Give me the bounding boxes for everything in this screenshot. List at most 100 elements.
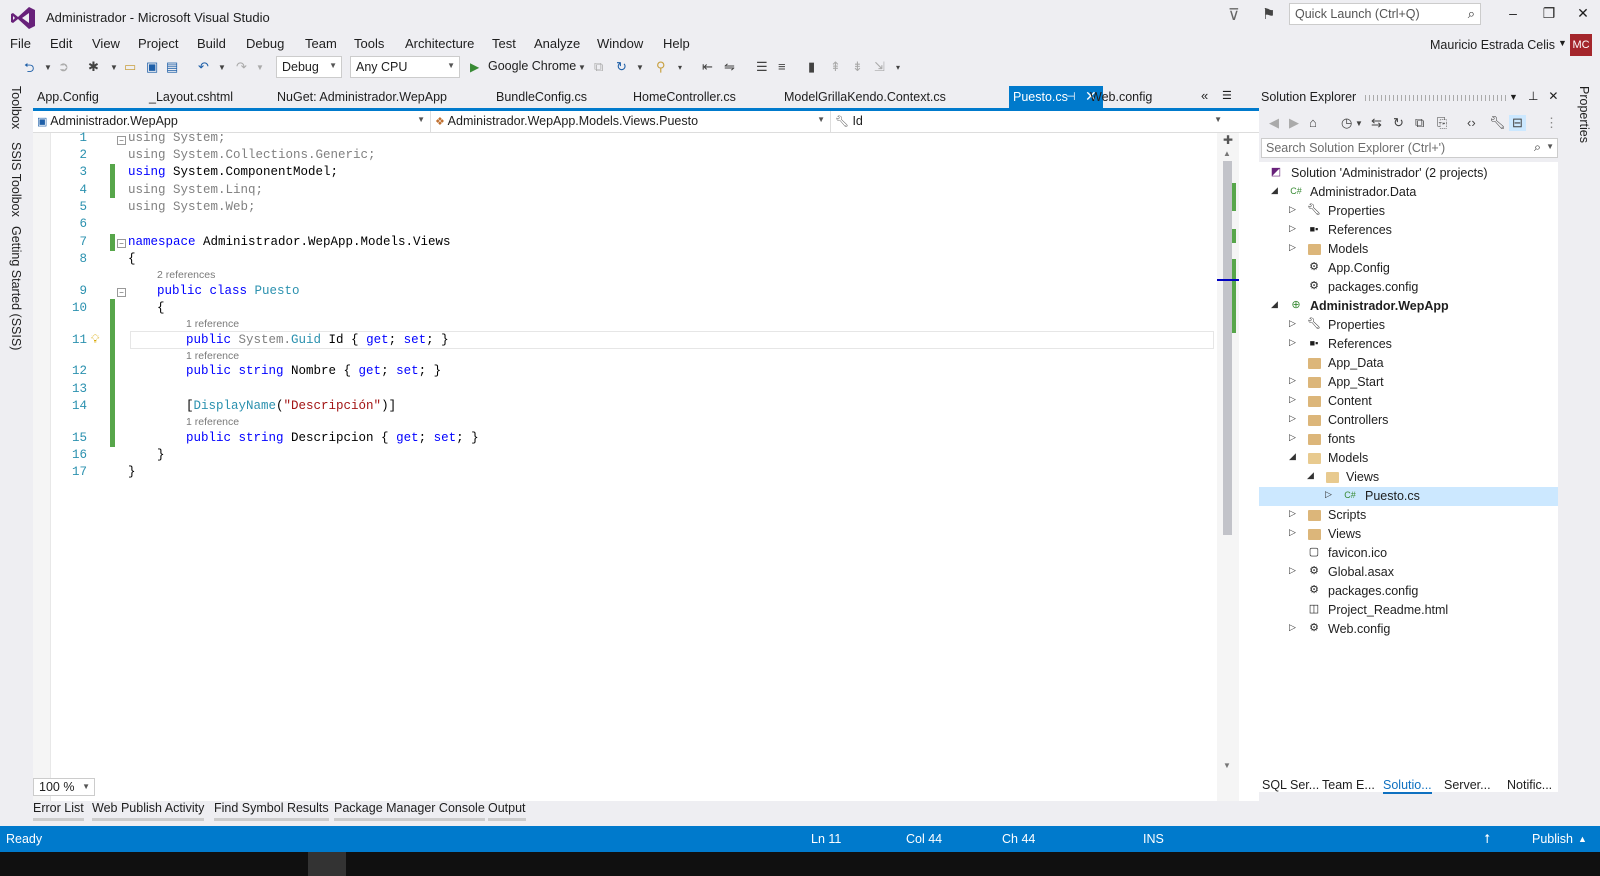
tree-item-fonts[interactable]: ▷ fonts (1259, 430, 1558, 449)
uncomment-icon[interactable]: ≡ (778, 59, 786, 74)
tree-item-views[interactable]: ▷ Views (1259, 525, 1558, 544)
menu-file[interactable]: File (10, 36, 31, 51)
overflow-icon[interactable]: ▾ (896, 63, 900, 72)
tree-item-properties[interactable]: ▷ 🔧︎ Properties (1259, 316, 1558, 335)
collapsed-arrow-icon[interactable]: ▷ (1289, 432, 1296, 443)
collapse-icon[interactable]: − (117, 136, 126, 145)
publish-icon[interactable]: ⭡ (1484, 832, 1490, 847)
collapsed-arrow-icon[interactable]: ▷ (1289, 223, 1296, 234)
tab-puesto-cs[interactable]: Puesto.cs ⊣ ✕ (1009, 86, 1103, 108)
collapsed-arrow-icon[interactable]: ▷ (1289, 622, 1296, 633)
menu-build[interactable]: Build (197, 36, 226, 51)
menu-debug[interactable]: Debug (246, 36, 284, 51)
tab-modelgrillakendo[interactable]: ModelGrillaKendo.Context.cs (784, 90, 946, 104)
solution-explorer-search-input[interactable]: Search Solution Explorer (Ctrl+') ⌕ ▼ (1261, 138, 1558, 158)
properties-wrench-icon[interactable]: 🔧︎ (1489, 115, 1506, 131)
pin-icon[interactable]: ⊣ (1066, 90, 1076, 103)
tab-error-list[interactable]: Error List (33, 801, 84, 821)
close-window-button[interactable]: ✕ (1572, 5, 1594, 22)
home-icon[interactable]: ⌂ (1309, 115, 1317, 130)
sync-icon[interactable]: ⇋ (724, 59, 735, 75)
more-icon[interactable]: ⋮ (1545, 115, 1558, 131)
chevron-down-icon[interactable]: ▼ (256, 63, 264, 72)
menu-edit[interactable]: Edit (50, 36, 72, 51)
menu-project[interactable]: Project (138, 36, 178, 51)
project-dropdown[interactable]: ▣ Administrador.WepApp ▼ (33, 111, 431, 133)
tree-item-project-readme[interactable]: ◫ Project_Readme.html (1259, 601, 1558, 620)
run-target-button[interactable]: Google Chrome (488, 59, 576, 73)
zoom-level-select[interactable]: 100 % ▼ (33, 778, 95, 796)
tree-item-references[interactable]: ▷ ■▪ References (1259, 221, 1558, 240)
menu-view[interactable]: View (92, 36, 120, 51)
tree-item-app-config[interactable]: ⚙︎ App.Config (1259, 259, 1558, 278)
collapsed-arrow-icon[interactable]: ▷ (1289, 527, 1296, 538)
codelens-references[interactable]: 1 reference (186, 318, 239, 330)
chevron-up-icon[interactable]: ▲ (1578, 834, 1587, 844)
start-debugging-icon[interactable]: ▶ (470, 60, 479, 74)
chevron-down-icon[interactable]: ▼ (578, 63, 586, 72)
collapsed-arrow-icon[interactable]: ▷ (1289, 413, 1296, 424)
collapsed-arrow-icon[interactable]: ▷ (1289, 565, 1296, 576)
restore-button[interactable]: ❐ (1538, 5, 1560, 22)
collapse-icon[interactable]: − (117, 288, 126, 297)
back-icon[interactable]: ⮌ (24, 59, 34, 81)
tab-notifications[interactable]: Notific... (1507, 778, 1552, 792)
new-project-icon[interactable]: ✱ (88, 59, 99, 75)
menu-architecture[interactable]: Architecture (405, 36, 474, 51)
tree-item-app-data[interactable]: App_Data (1259, 354, 1558, 373)
menu-window[interactable]: Window (597, 36, 643, 51)
tab-sql-server[interactable]: SQL Ser... (1262, 778, 1319, 792)
redo-icon[interactable]: ↷ (236, 59, 247, 75)
solution-configuration-select[interactable]: Debug ▼ (276, 56, 342, 78)
next-bookmark-icon[interactable]: ⇟ (852, 59, 863, 75)
tree-item-properties[interactable]: ▷ 🔧︎ Properties (1259, 202, 1558, 221)
collapse-all-icon[interactable]: ⧉ (1415, 115, 1424, 131)
tree-item-administrador-wepapp[interactable]: ◢ ⊕ Administrador.WepApp (1259, 297, 1558, 316)
back-icon[interactable]: ◀ (1269, 115, 1279, 131)
tab-overflow-icon[interactable]: « (1201, 88, 1208, 103)
collapsed-arrow-icon[interactable]: ▷ (1289, 394, 1296, 405)
close-icon[interactable]: ✕ (1548, 89, 1558, 103)
vertical-scrollbar[interactable]: ✚ ▲ ▼ (1217, 133, 1239, 801)
chevron-down-icon[interactable]: ▼ (44, 63, 52, 72)
overflow-icon[interactable]: ▾ (678, 63, 682, 72)
preview-selected-icon[interactable]: ⊟ (1509, 115, 1526, 131)
forward-icon[interactable]: ▶ (1289, 115, 1299, 131)
avatar[interactable]: MC (1570, 34, 1592, 56)
tab-output[interactable]: Output (488, 801, 526, 821)
tree-item-models[interactable]: ◢ Models (1259, 449, 1558, 468)
tree-item-references[interactable]: ▷ ■▪ References (1259, 335, 1558, 354)
tab-bundleconfig[interactable]: BundleConfig.cs (496, 90, 587, 104)
tree-item-controllers[interactable]: ▷ Controllers (1259, 411, 1558, 430)
refresh-icon[interactable]: ↻ (1393, 115, 1404, 131)
quick-launch-input[interactable]: Quick Launch (Ctrl+Q) ⌕ (1289, 3, 1481, 25)
chevron-down-icon[interactable]: ▼ (1355, 119, 1363, 128)
clear-bookmarks-icon[interactable]: ⇲ (874, 59, 885, 75)
user-name[interactable]: Mauricio Estrada Celis (1430, 38, 1555, 52)
tab-team-explorer[interactable]: Team E... (1322, 778, 1375, 792)
tree-item-models[interactable]: ▷ Models (1259, 240, 1558, 259)
codelens-references[interactable]: 1 reference (186, 416, 239, 428)
view-code-icon[interactable]: ‹› (1467, 115, 1476, 130)
chevron-down-icon[interactable]: ▼ (636, 63, 644, 72)
collapsed-arrow-icon[interactable]: ▷ (1289, 375, 1296, 386)
search-icon[interactable]: ⌕ (1534, 140, 1541, 155)
menu-help[interactable]: Help (663, 36, 690, 51)
scroll-up-icon[interactable]: ▲ (1223, 149, 1231, 158)
tab-package-manager-console[interactable]: Package Manager Console (334, 801, 485, 821)
tree-item-favicon[interactable]: ▢ favicon.ico (1259, 544, 1558, 563)
collapsed-arrow-icon[interactable]: ▷ (1289, 508, 1296, 519)
open-file-icon[interactable]: ▭ (124, 59, 136, 75)
taskbar-item[interactable] (308, 852, 346, 876)
codelens-references[interactable]: 1 reference (186, 350, 239, 362)
collapse-icon[interactable]: − (117, 239, 126, 248)
chevron-down-icon[interactable]: ▼ (1509, 92, 1518, 102)
tree-item-global-asax[interactable]: ▷ ⚙︎ Global.asax (1259, 563, 1558, 582)
menu-tools[interactable]: Tools (354, 36, 384, 51)
solution-platform-select[interactable]: Any CPU ▼ (350, 56, 460, 78)
undo-icon[interactable]: ↶ (198, 59, 209, 75)
lightbulb-icon[interactable]: 💡︎ (91, 332, 99, 347)
tab-menu-icon[interactable]: ☰ (1222, 89, 1232, 102)
menu-analyze[interactable]: Analyze (534, 36, 580, 51)
chevron-down-icon[interactable]: ▼ (1546, 142, 1554, 151)
